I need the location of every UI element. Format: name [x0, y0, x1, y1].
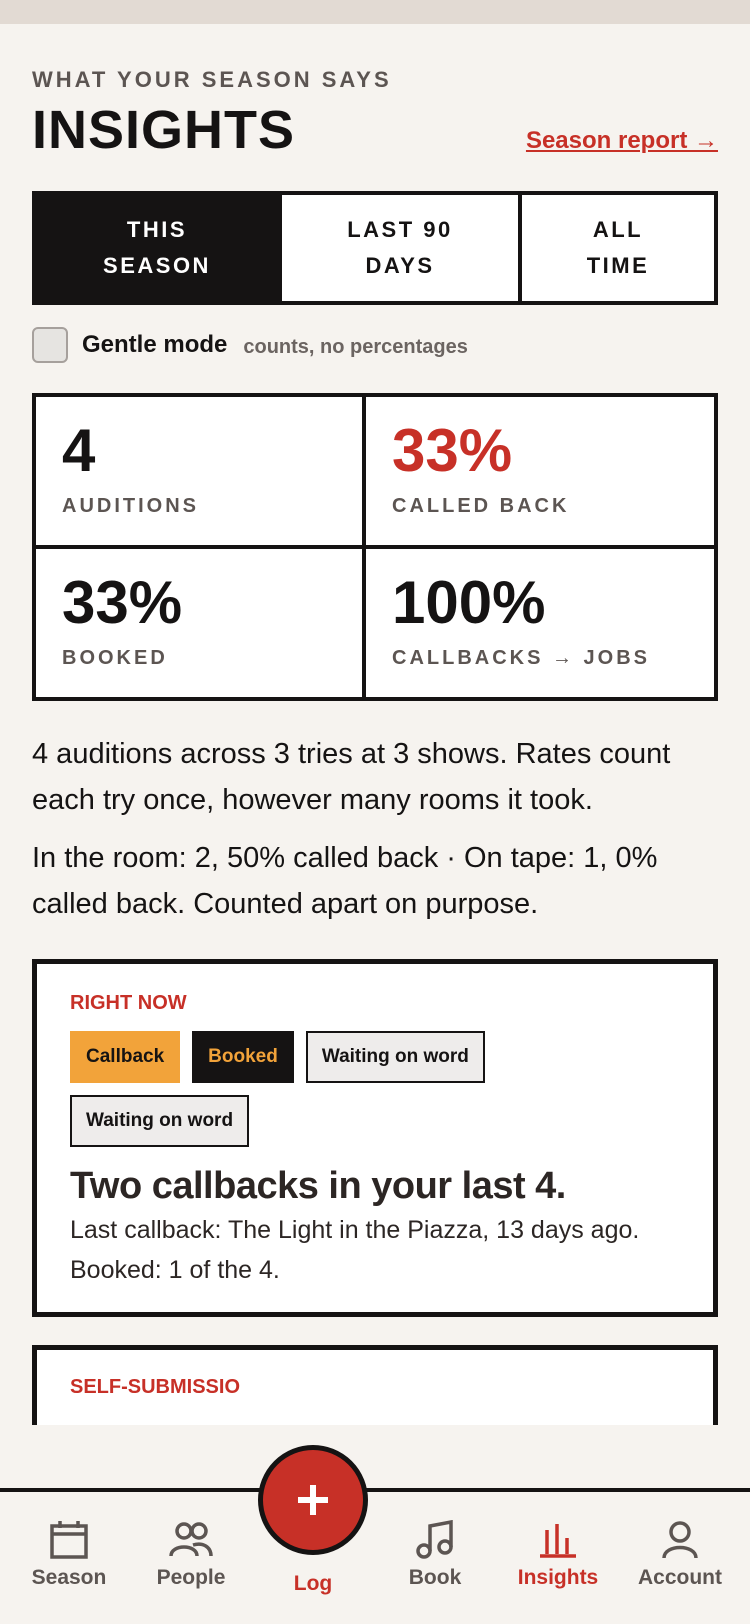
music-note-icon: [416, 1520, 453, 1559]
gentle-mode-hint: counts, no percentages: [243, 335, 468, 358]
nav-item-season[interactable]: Season: [14, 1520, 124, 1590]
status-chips: Callback Booked Waiting on word Waiting …: [70, 1031, 670, 1147]
nav-label: People: [156, 1566, 226, 1589]
stat-auditions: 4 AUDITIONS: [36, 397, 362, 545]
status-badge-callback: Callback: [70, 1031, 181, 1083]
log-label: Log: [293, 1572, 333, 1595]
plus-icon: [298, 1485, 328, 1515]
stat-value: 4: [62, 417, 96, 484]
page-title: INSIGHTS: [32, 100, 296, 160]
user-icon: [662, 1521, 698, 1559]
stat-value: 33%: [62, 569, 183, 636]
summary-text: 4 auditions across 3 tries at 3 shows. R…: [32, 738, 671, 816]
nav-item-book[interactable]: Book: [380, 1520, 490, 1590]
period-tabs: THIS SEASON LAST 90 DAYS ALL TIME: [32, 191, 718, 305]
insights-content: WHAT YOUR SEASON SAYS INSIGHTS Season re…: [32, 24, 718, 1425]
self-submission-card: SELF-SUBMISSIO: [32, 1345, 718, 1425]
gentle-mode-label[interactable]: Gentle mode: [82, 331, 227, 359]
log-audition-button[interactable]: [258, 1445, 368, 1555]
nav-label: Season: [31, 1566, 107, 1589]
stat-label: AUDITIONS: [62, 495, 199, 517]
season-report-link[interactable]: Season report →: [526, 127, 718, 155]
stat-value: 33%: [392, 417, 513, 484]
tab-last-90-days[interactable]: LAST 90 DAYS: [278, 195, 518, 301]
nav-label: Account: [638, 1566, 722, 1589]
room-vs-tape-text: In the room: 2, 50% called back · On tap…: [32, 842, 658, 920]
status-badge-booked: Booked: [192, 1031, 294, 1083]
stat-label: CALLBACKS → JOBS: [392, 647, 651, 669]
tab-all-time[interactable]: ALL TIME: [518, 195, 714, 301]
card-body: Last callback: The Light in the Piazza, …: [70, 1216, 640, 1284]
title-row: INSIGHTS Season report →: [32, 99, 718, 161]
stat-booked: 33% BOOKED: [36, 545, 362, 697]
stat-callbacks-to-jobs: 100% CALLBACKS → JOBS: [362, 545, 714, 697]
card-eyebrow: SELF-SUBMISSIO: [70, 1376, 241, 1398]
people-icon: [169, 1522, 213, 1557]
stat-label: CALLED BACK: [392, 495, 570, 517]
card-headline: Two callbacks in your last 4.: [70, 1165, 566, 1207]
bar-chart-icon: [540, 1524, 576, 1558]
nav-label: Book: [408, 1566, 462, 1589]
right-now-card: RIGHT NOW Callback Booked Waiting on wor…: [32, 959, 718, 1317]
stats-grid: 4 AUDITIONS 33% CALLED BACK 33% BOOKED 1…: [32, 393, 718, 701]
status-badge-waiting: Waiting on word: [70, 1095, 250, 1147]
nav-item-people[interactable]: People: [136, 1520, 246, 1590]
tab-this-season[interactable]: THIS SEASON: [36, 195, 278, 301]
gentle-mode-checkbox[interactable]: [32, 327, 68, 363]
calendar-icon: [50, 1521, 88, 1559]
bottom-nav: Season People Book Insights Account: [0, 1488, 750, 1624]
status-badge-waiting: Waiting on word: [305, 1031, 485, 1083]
nav-label: Insights: [517, 1566, 599, 1589]
stat-value: 100%: [392, 569, 546, 636]
stat-label: BOOKED: [62, 647, 168, 669]
stat-called-back: 33% CALLED BACK: [362, 397, 714, 545]
nav-item-insights[interactable]: Insights: [503, 1520, 613, 1590]
page-eyebrow: WHAT YOUR SEASON SAYS: [32, 67, 392, 92]
nav-item-account[interactable]: Account: [625, 1520, 735, 1590]
gentle-mode-row: Gentle mode counts, no percentages: [32, 325, 718, 365]
card-eyebrow: RIGHT NOW: [70, 992, 187, 1014]
status-bar: [0, 0, 750, 24]
